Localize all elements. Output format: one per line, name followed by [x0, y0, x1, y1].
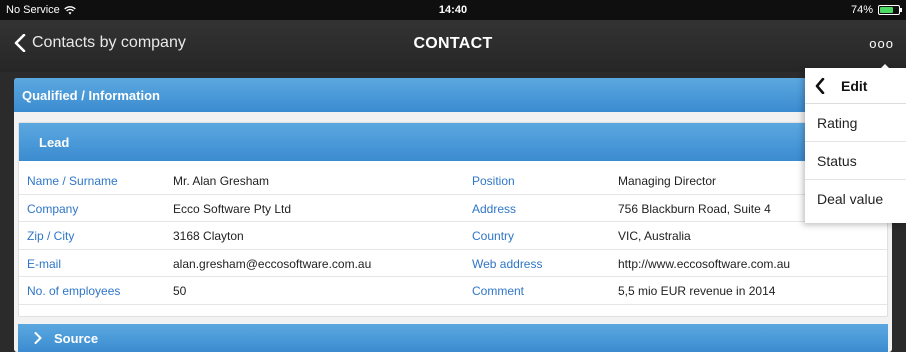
status-bar: No Service 14:40 74% [0, 0, 906, 20]
field-row: E-mail alan.gresham@eccosoftware.com.au … [19, 250, 887, 277]
field-label: No. of employees [27, 284, 121, 298]
field-value[interactable]: 756 Blackburn Road, Suite 4 [618, 202, 771, 216]
chevron-right-icon [34, 332, 42, 344]
field-value[interactable]: VIC, Australia [618, 229, 691, 243]
field-value[interactable]: 3168 Clayton [173, 229, 244, 243]
field-label: E-mail [27, 256, 62, 271]
source-label: Source [54, 330, 99, 346]
field-label: Web address [472, 256, 543, 271]
field-value[interactable]: alan.gresham@eccosoftware.com.au [173, 257, 371, 271]
menu-item-rating[interactable]: Rating [805, 104, 906, 142]
status-right: 74% [850, 4, 902, 16]
field-label: Comment [472, 284, 525, 298]
field-value[interactable]: 5,5 mio EUR revenue in 2014 [618, 284, 775, 298]
field-label: Country [472, 229, 515, 243]
source-section-header[interactable]: Source [18, 324, 888, 352]
field-value[interactable]: Mr. Alan Gresham [173, 174, 269, 188]
lead-section: Lead Name / Surname Mr. Alan Gresham Pos… [18, 122, 888, 317]
field-value[interactable]: Ecco Software Pty Ltd [173, 202, 291, 216]
edit-menu-title: Edit [841, 77, 868, 94]
field-label: Zip / City [27, 229, 75, 243]
field-value[interactable]: Managing Director [618, 174, 716, 188]
field-value[interactable]: 50 [173, 284, 186, 298]
chevron-left-icon [14, 34, 26, 52]
battery-icon [878, 5, 902, 15]
back-button[interactable]: Contacts by company [14, 34, 186, 52]
menu-item-deal-value[interactable]: Deal value [805, 180, 906, 218]
field-row: Zip / City 3168 Clayton Country VIC, Aus… [19, 222, 887, 250]
qualified-information-header[interactable]: Qualified / Information [14, 78, 892, 112]
field-label: Position [472, 174, 515, 188]
edit-popover-menu: Edit Rating Status Deal value [805, 68, 906, 223]
back-label: Contacts by company [32, 34, 186, 51]
menu-item-status[interactable]: Status [805, 142, 906, 180]
battery-percent: 74% [850, 4, 873, 16]
contact-panel: Qualified / Information Lead Name / Surn… [14, 78, 892, 352]
chevron-left-icon [815, 77, 825, 94]
lead-fields: Name / Surname Mr. Alan Gresham Position… [19, 167, 887, 305]
more-options-button[interactable]: ooo [869, 36, 894, 51]
battery-fill [880, 7, 894, 13]
field-row: Company Ecco Software Pty Ltd Address 75… [19, 195, 887, 222]
main-content: Qualified / Information Lead Name / Surn… [0, 72, 906, 352]
edit-menu-back-button[interactable]: Edit [805, 68, 906, 104]
status-time: 14:40 [438, 4, 468, 16]
lead-header[interactable]: Lead [19, 123, 887, 161]
navigation-bar: Contacts by company CONTACT ooo [0, 20, 906, 73]
field-label: Name / Surname [27, 174, 118, 188]
field-label: Company [27, 201, 79, 216]
field-label: Address [472, 201, 517, 216]
field-row: No. of employees 50 Comment 5,5 mio EUR … [19, 277, 887, 305]
field-row: Name / Surname Mr. Alan Gresham Position… [19, 167, 887, 195]
field-value[interactable]: http://www.eccosoftware.com.au [618, 257, 790, 271]
